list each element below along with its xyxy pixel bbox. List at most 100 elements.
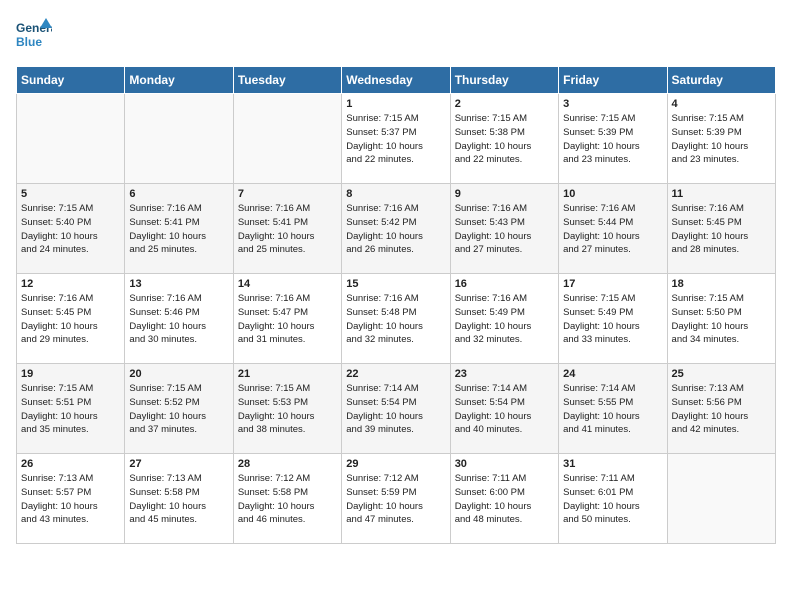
calendar-cell: 4 Sunrise: 7:15 AM Sunset: 5:39 PM Daylig… [667,94,775,184]
calendar-cell: 3 Sunrise: 7:15 AM Sunset: 5:39 PM Daylig… [559,94,667,184]
day-number: 30 [455,458,554,470]
day-number: 3 [563,98,662,110]
header-day-monday: Monday [125,67,233,94]
day-info: Sunrise: 7:16 AM Sunset: 5:46 PM Dayligh… [129,292,228,347]
day-number: 23 [455,368,554,380]
calendar-cell: 26 Sunrise: 7:13 AM Sunset: 5:57 PM Dayli… [17,454,125,544]
day-number: 4 [672,98,771,110]
week-row: 1 Sunrise: 7:15 AM Sunset: 5:37 PM Daylig… [17,94,776,184]
day-info: Sunrise: 7:15 AM Sunset: 5:38 PM Dayligh… [455,112,554,167]
day-number: 18 [672,278,771,290]
calendar-cell: 20 Sunrise: 7:15 AM Sunset: 5:52 PM Dayli… [125,364,233,454]
day-info: Sunrise: 7:16 AM Sunset: 5:45 PM Dayligh… [672,202,771,257]
day-number: 11 [672,188,771,200]
day-number: 1 [346,98,445,110]
calendar-cell: 28 Sunrise: 7:12 AM Sunset: 5:58 PM Dayli… [233,454,341,544]
calendar-cell [17,94,125,184]
day-number: 20 [129,368,228,380]
header-day-wednesday: Wednesday [342,67,450,94]
day-info: Sunrise: 7:13 AM Sunset: 5:57 PM Dayligh… [21,472,120,527]
logo-graphic: General Blue [16,16,52,54]
day-info: Sunrise: 7:14 AM Sunset: 5:54 PM Dayligh… [346,382,445,437]
calendar-cell: 27 Sunrise: 7:13 AM Sunset: 5:58 PM Dayli… [125,454,233,544]
calendar-cell: 15Sunrise: 7:16 AM Sunset: 5:48 PM Dayli… [342,274,450,364]
day-number: 25 [672,368,771,380]
calendar-cell: 10Sunrise: 7:16 AM Sunset: 5:44 PM Dayli… [559,184,667,274]
calendar-cell: 21Sunrise: 7:15 AM Sunset: 5:53 PM Dayli… [233,364,341,454]
day-info: Sunrise: 7:14 AM Sunset: 5:55 PM Dayligh… [563,382,662,437]
day-number: 26 [21,458,120,470]
day-number: 16 [455,278,554,290]
day-info: Sunrise: 7:16 AM Sunset: 5:49 PM Dayligh… [455,292,554,347]
calendar-cell: 2 Sunrise: 7:15 AM Sunset: 5:38 PM Daylig… [450,94,558,184]
day-info: Sunrise: 7:16 AM Sunset: 5:41 PM Dayligh… [129,202,228,257]
week-row: 26 Sunrise: 7:13 AM Sunset: 5:57 PM Dayli… [17,454,776,544]
calendar-cell: 1 Sunrise: 7:15 AM Sunset: 5:37 PM Daylig… [342,94,450,184]
day-info: Sunrise: 7:16 AM Sunset: 5:42 PM Dayligh… [346,202,445,257]
day-info: Sunrise: 7:15 AM Sunset: 5:50 PM Dayligh… [672,292,771,347]
day-number: 13 [129,278,228,290]
calendar-cell: 18 Sunrise: 7:15 AM Sunset: 5:50 PM Dayli… [667,274,775,364]
day-info: Sunrise: 7:16 AM Sunset: 5:44 PM Dayligh… [563,202,662,257]
day-info: Sunrise: 7:12 AM Sunset: 5:58 PM Dayligh… [238,472,337,527]
page-header: General Blue [16,16,776,54]
calendar-body: 1 Sunrise: 7:15 AM Sunset: 5:37 PM Daylig… [17,94,776,544]
day-number: 28 [238,458,337,470]
calendar-cell: 7 Sunrise: 7:16 AM Sunset: 5:41 PM Daylig… [233,184,341,274]
calendar-cell: 29Sunrise: 7:12 AM Sunset: 5:59 PM Dayli… [342,454,450,544]
header-day-thursday: Thursday [450,67,558,94]
day-info: Sunrise: 7:15 AM Sunset: 5:49 PM Dayligh… [563,292,662,347]
day-info: Sunrise: 7:15 AM Sunset: 5:39 PM Dayligh… [672,112,771,167]
day-number: 21 [238,368,337,380]
calendar-cell: 24 Sunrise: 7:14 AM Sunset: 5:55 PM Dayli… [559,364,667,454]
svg-text:Blue: Blue [16,35,42,49]
calendar-cell: 5Sunrise: 7:15 AM Sunset: 5:40 PM Daylig… [17,184,125,274]
day-info: Sunrise: 7:11 AM Sunset: 6:01 PM Dayligh… [563,472,662,527]
day-info: Sunrise: 7:13 AM Sunset: 5:56 PM Dayligh… [672,382,771,437]
calendar-table: SundayMondayTuesdayWednesdayThursdayFrid… [16,66,776,544]
calendar-cell: 30 Sunrise: 7:11 AM Sunset: 6:00 PM Dayli… [450,454,558,544]
day-number: 2 [455,98,554,110]
calendar-cell: 9Sunrise: 7:16 AM Sunset: 5:43 PM Daylig… [450,184,558,274]
day-number: 14 [238,278,337,290]
calendar-cell: 12 Sunrise: 7:16 AM Sunset: 5:45 PM Dayli… [17,274,125,364]
day-number: 12 [21,278,120,290]
calendar-cell: 8 Sunrise: 7:16 AM Sunset: 5:42 PM Daylig… [342,184,450,274]
day-number: 15 [346,278,445,290]
calendar-cell [125,94,233,184]
day-info: Sunrise: 7:16 AM Sunset: 5:45 PM Dayligh… [21,292,120,347]
calendar-header: SundayMondayTuesdayWednesdayThursdayFrid… [17,67,776,94]
calendar-cell: 14 Sunrise: 7:16 AM Sunset: 5:47 PM Dayli… [233,274,341,364]
calendar-cell: 22 Sunrise: 7:14 AM Sunset: 5:54 PM Dayli… [342,364,450,454]
calendar-cell: 6 Sunrise: 7:16 AM Sunset: 5:41 PM Daylig… [125,184,233,274]
day-number: 19 [21,368,120,380]
day-number: 6 [129,188,228,200]
day-info: Sunrise: 7:15 AM Sunset: 5:39 PM Dayligh… [563,112,662,167]
week-row: 19Sunrise: 7:15 AM Sunset: 5:51 PM Dayli… [17,364,776,454]
day-info: Sunrise: 7:15 AM Sunset: 5:40 PM Dayligh… [21,202,120,257]
week-row: 5Sunrise: 7:15 AM Sunset: 5:40 PM Daylig… [17,184,776,274]
logo-svg: General Blue [16,16,52,54]
calendar-cell: 31Sunrise: 7:11 AM Sunset: 6:01 PM Dayli… [559,454,667,544]
day-info: Sunrise: 7:13 AM Sunset: 5:58 PM Dayligh… [129,472,228,527]
day-number: 7 [238,188,337,200]
day-info: Sunrise: 7:15 AM Sunset: 5:37 PM Dayligh… [346,112,445,167]
calendar-cell [667,454,775,544]
calendar-cell: 11 Sunrise: 7:16 AM Sunset: 5:45 PM Dayli… [667,184,775,274]
day-info: Sunrise: 7:15 AM Sunset: 5:52 PM Dayligh… [129,382,228,437]
day-number: 8 [346,188,445,200]
day-number: 24 [563,368,662,380]
header-day-saturday: Saturday [667,67,775,94]
calendar-cell: 17Sunrise: 7:15 AM Sunset: 5:49 PM Dayli… [559,274,667,364]
day-info: Sunrise: 7:11 AM Sunset: 6:00 PM Dayligh… [455,472,554,527]
day-info: Sunrise: 7:12 AM Sunset: 5:59 PM Dayligh… [346,472,445,527]
calendar-cell: 13 Sunrise: 7:16 AM Sunset: 5:46 PM Dayli… [125,274,233,364]
day-number: 27 [129,458,228,470]
header-day-tuesday: Tuesday [233,67,341,94]
day-number: 22 [346,368,445,380]
day-info: Sunrise: 7:16 AM Sunset: 5:41 PM Dayligh… [238,202,337,257]
calendar-cell: 25 Sunrise: 7:13 AM Sunset: 5:56 PM Dayli… [667,364,775,454]
day-info: Sunrise: 7:16 AM Sunset: 5:47 PM Dayligh… [238,292,337,347]
day-number: 9 [455,188,554,200]
header-day-friday: Friday [559,67,667,94]
